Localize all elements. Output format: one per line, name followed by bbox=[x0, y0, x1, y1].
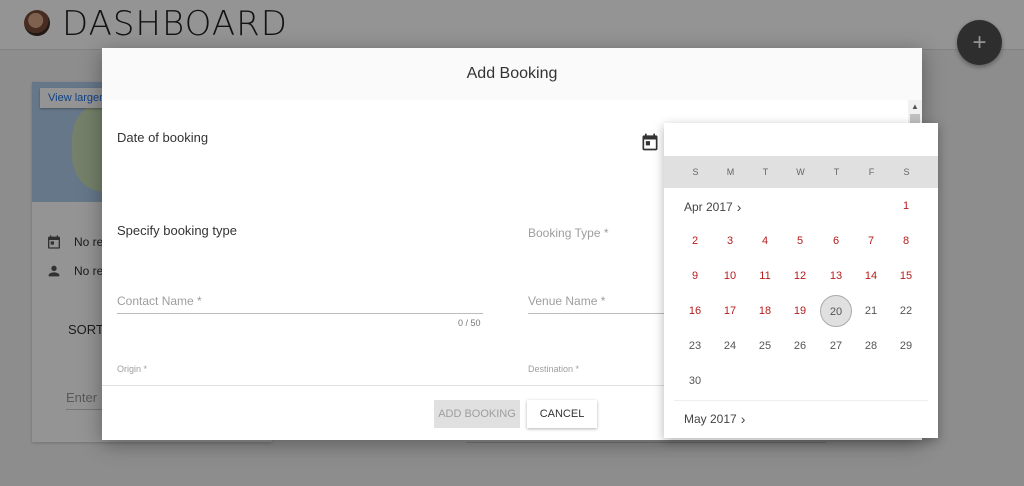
contact-name-input[interactable]: Contact Name * bbox=[117, 294, 202, 308]
calendar-day[interactable]: 26 bbox=[784, 330, 816, 362]
contact-name-underline bbox=[117, 313, 483, 314]
dialog-title: Add Booking bbox=[102, 48, 922, 100]
calendar-day[interactable]: 21 bbox=[855, 295, 887, 327]
calendar-day[interactable]: 2 bbox=[679, 225, 711, 257]
month-name-april: Apr 2017 bbox=[684, 200, 733, 214]
destination-input[interactable]: Destination * bbox=[528, 364, 579, 374]
weekday-label: W bbox=[796, 167, 805, 177]
chevron-right-icon[interactable]: › bbox=[741, 411, 746, 427]
calendar-day[interactable]: 22 bbox=[890, 295, 922, 327]
calendar-day[interactable]: 16 bbox=[679, 295, 711, 327]
calendar-day[interactable]: 17 bbox=[714, 295, 746, 327]
cancel-button[interactable]: CANCEL bbox=[527, 400, 597, 428]
calendar-day-today[interactable]: 20 bbox=[820, 295, 852, 327]
calendar-day[interactable]: 14 bbox=[855, 260, 887, 292]
calendar-day[interactable]: 24 bbox=[714, 330, 746, 362]
calendar-day[interactable]: 5 bbox=[784, 225, 816, 257]
calendar-day[interactable]: 7 bbox=[855, 225, 887, 257]
date-of-booking-label: Date of booking bbox=[117, 130, 209, 145]
calendar-day[interactable]: 18 bbox=[749, 295, 781, 327]
calendar-day[interactable]: 4 bbox=[749, 225, 781, 257]
weekday-label: M bbox=[726, 167, 735, 177]
calendar-day[interactable]: 11 bbox=[749, 260, 781, 292]
calendar-day[interactable]: 12 bbox=[784, 260, 816, 292]
date-picker-icon[interactable] bbox=[640, 132, 660, 152]
calendar-day[interactable]: 19 bbox=[784, 295, 816, 327]
calendar-day[interactable]: 6 bbox=[820, 225, 852, 257]
calendar-day[interactable]: 29 bbox=[890, 330, 922, 362]
venue-name-underline bbox=[528, 313, 664, 314]
calendar-day[interactable]: 9 bbox=[679, 260, 711, 292]
origin-input[interactable]: Origin * bbox=[117, 364, 147, 374]
calendar-day[interactable]: 23 bbox=[679, 330, 711, 362]
calendar-day[interactable]: 8 bbox=[890, 225, 922, 257]
calendar-day[interactable]: 3 bbox=[714, 225, 746, 257]
weekday-header: SMTWTFS bbox=[664, 156, 938, 188]
calendar-day[interactable]: 28 bbox=[855, 330, 887, 362]
weekday-label: T bbox=[762, 167, 769, 177]
contact-name-counter: 0 / 50 bbox=[458, 318, 481, 328]
venue-name-input[interactable]: Venue Name * bbox=[528, 294, 605, 308]
calendar-day[interactable]: 13 bbox=[820, 260, 852, 292]
calendar-day[interactable]: 10 bbox=[714, 260, 746, 292]
chevron-right-icon[interactable]: › bbox=[737, 199, 742, 215]
calendar-day[interactable]: 15 bbox=[890, 260, 922, 292]
calendar-day[interactable]: 1 bbox=[890, 190, 922, 222]
weekday-label: T bbox=[833, 167, 840, 177]
scroll-up-arrow-icon[interactable]: ▲ bbox=[911, 102, 919, 111]
calendar-day[interactable]: 25 bbox=[749, 330, 781, 362]
month-label-april[interactable]: Apr 2017 › bbox=[684, 199, 741, 215]
weekday-label: S bbox=[903, 167, 910, 177]
month-name-may: May 2017 bbox=[684, 412, 737, 426]
add-booking-button[interactable]: ADD BOOKING bbox=[434, 400, 520, 428]
booking-type-label: Specify booking type bbox=[117, 223, 237, 238]
booking-type-select[interactable]: Booking Type * bbox=[528, 226, 609, 240]
calendar-day[interactable]: 27 bbox=[820, 330, 852, 362]
weekday-label: F bbox=[868, 167, 875, 177]
date-picker-popup: SMTWTFS Apr 2017 › 1 2 3 4 5 6 7 8 9 10 11 12 13 14 15… bbox=[664, 123, 938, 438]
month-label-may[interactable]: May 2017 › bbox=[684, 411, 745, 427]
calendar-day[interactable]: 30 bbox=[679, 365, 711, 397]
month-separator bbox=[674, 400, 928, 401]
weekday-label: S bbox=[692, 167, 699, 177]
